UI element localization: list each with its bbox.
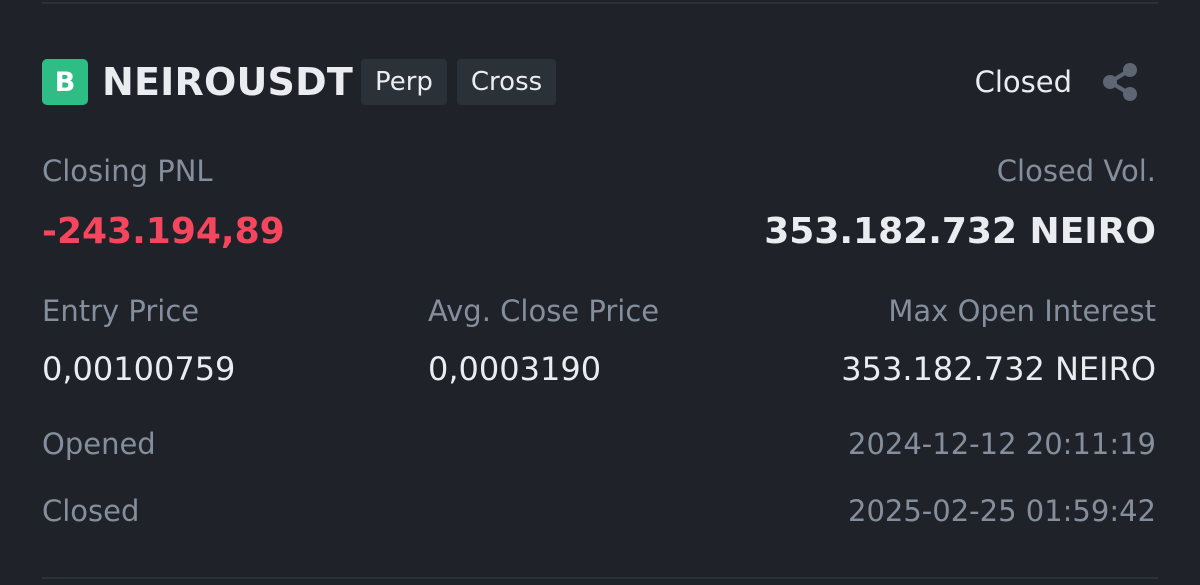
- max-open-interest-value: 353.182.732 NEIRO: [841, 350, 1156, 388]
- closed-label: Closed: [42, 494, 140, 528]
- closed-vol-value: 353.182.732 NEIRO: [764, 211, 1156, 252]
- position-history-card: B NEIROUSDT Perp Cross Closed Closing PN…: [0, 0, 1200, 585]
- closed-time: 2025-02-25 01:59:42: [848, 494, 1156, 528]
- symbol-title[interactable]: NEIROUSDT: [102, 60, 353, 104]
- avg-close-price-label: Avg. Close Price: [428, 294, 660, 328]
- opened-label: Opened: [42, 427, 156, 461]
- entry-price-value: 0,00100759: [42, 350, 236, 388]
- opened-time: 2024-12-12 20:11:19: [848, 427, 1156, 461]
- tag-perp: Perp: [360, 59, 447, 105]
- tag-cross: Cross: [456, 59, 557, 105]
- closing-pnl-value: -243.194,89: [42, 211, 285, 252]
- max-open-interest-label: Max Open Interest: [888, 294, 1156, 328]
- exchange-badge: B: [42, 59, 88, 105]
- closing-pnl-label: Closing PNL: [42, 154, 213, 188]
- divider: [42, 2, 1158, 4]
- share-button[interactable]: [1098, 60, 1142, 104]
- entry-price-label: Entry Price: [42, 294, 200, 328]
- share-icon: [1103, 63, 1137, 101]
- position-header: B NEIROUSDT Perp Cross Closed: [42, 58, 1142, 106]
- closed-vol-label: Closed Vol.: [996, 154, 1156, 188]
- divider: [42, 577, 1158, 579]
- status-label: Closed: [974, 65, 1072, 99]
- avg-close-price-value: 0,0003190: [428, 350, 602, 388]
